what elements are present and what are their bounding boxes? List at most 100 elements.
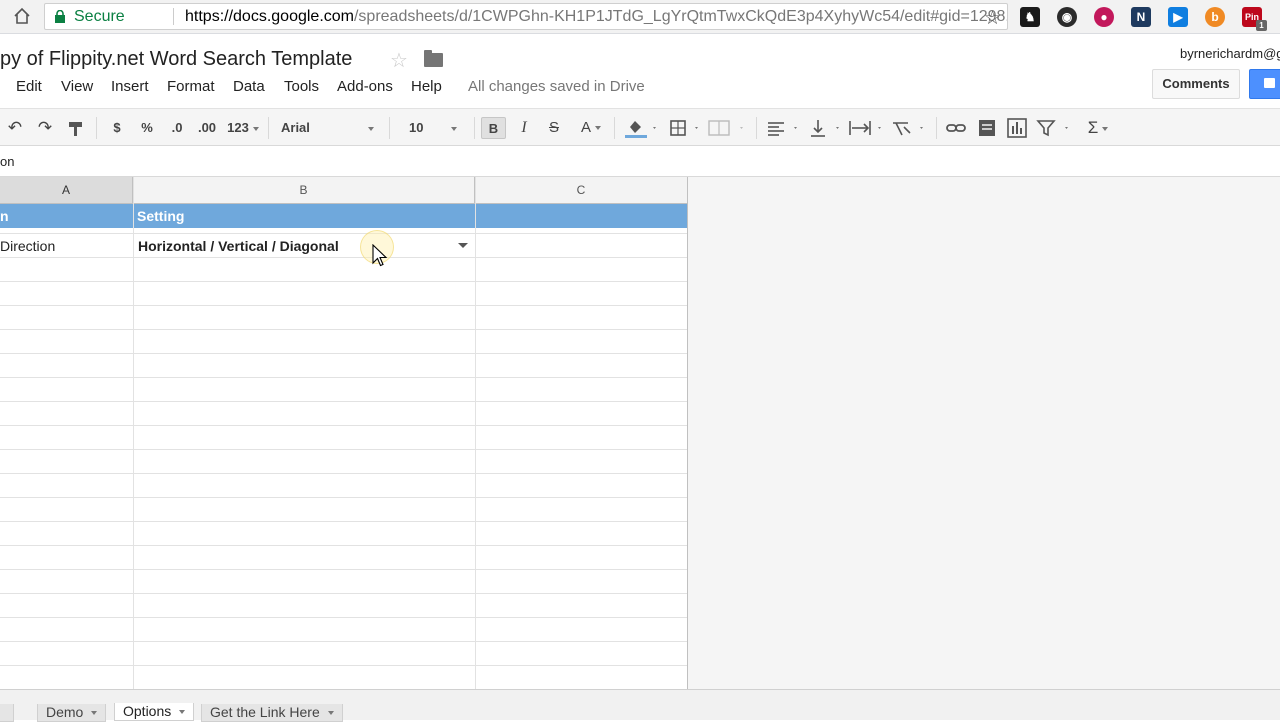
functions-button[interactable]: Σ [1080, 117, 1116, 139]
toolbar-divider [474, 117, 475, 139]
column-header-c[interactable]: C [475, 177, 688, 204]
bookmark-star-icon[interactable]: ☆ [984, 6, 1001, 29]
folder-icon[interactable] [424, 50, 443, 67]
text-color-label: A [580, 119, 591, 136]
font-size-dropdown[interactable]: 10 [409, 117, 467, 139]
italic-button[interactable]: I [514, 117, 534, 139]
owl-extension-icon[interactable]: ♞ [1020, 7, 1040, 27]
menu-tools[interactable]: Tools [284, 78, 319, 95]
menu-data[interactable]: Data [233, 78, 265, 95]
screencast-extension-icon[interactable]: ▶ [1168, 7, 1188, 27]
vertical-align-icon[interactable] [808, 117, 844, 139]
insert-chart-icon[interactable] [1006, 117, 1028, 139]
user-email[interactable]: byrnerichardm@g [1180, 46, 1280, 61]
toolbar-divider [936, 117, 937, 139]
row-gridline [0, 353, 688, 354]
circle-extension-icon[interactable]: ● [1094, 7, 1114, 27]
chevron-down-icon [367, 126, 374, 131]
fill-color-icon[interactable] [624, 117, 660, 139]
sheet-tab-get-the-link[interactable]: Get the Link Here [201, 704, 343, 722]
sheet-tab-partial[interactable] [0, 704, 14, 722]
number-format-dropdown[interactable]: 123 [223, 117, 263, 139]
text-rotation-icon[interactable] [890, 117, 928, 139]
redo-icon[interactable]: ↷ [35, 117, 55, 139]
formula-content: on [0, 154, 15, 169]
cell-b2[interactable]: Horizontal / Vertical / Diagonal [138, 238, 339, 254]
chevron-down-icon [595, 126, 601, 131]
sheet-tab-options[interactable]: Options [114, 703, 195, 721]
menu-edit[interactable]: Edit [16, 78, 42, 95]
share-button[interactable] [1249, 69, 1280, 99]
pin-badge: 1 [1256, 20, 1267, 31]
undo-icon[interactable]: ↶ [5, 117, 25, 139]
row-gridline [0, 377, 688, 378]
cell-c1[interactable] [475, 204, 688, 228]
url-text: https://docs.google.com/spreadsheets/d/1… [185, 4, 1007, 29]
currency-button[interactable]: $ [108, 117, 126, 139]
cell-b1[interactable]: Setting [133, 204, 475, 228]
font-size-label: 10 [409, 120, 424, 135]
insert-comment-icon[interactable] [976, 117, 998, 139]
toolbar: ↶ ↷ $ % .0 .00 123 Arial 10 B I S A Σ [0, 108, 1280, 146]
strikethrough-button[interactable]: S [544, 117, 564, 139]
row-gridline [0, 545, 688, 546]
bold-button[interactable]: B [481, 117, 506, 139]
document-title[interactable]: py of Flippity.net Word Search Template [0, 48, 352, 71]
keep-extension-icon[interactable]: ◉ [1057, 7, 1077, 27]
menu-add-ons[interactable]: Add-ons [337, 78, 393, 95]
save-status[interactable]: All changes saved in Drive [468, 78, 645, 95]
sum-icon: Σ [1087, 118, 1099, 137]
align-left-icon[interactable] [766, 117, 802, 139]
increase-decimal-button[interactable]: .00 [194, 117, 220, 139]
chevron-down-icon [91, 711, 98, 716]
row-gridline [0, 665, 688, 666]
borders-icon[interactable] [668, 117, 704, 139]
text-wrap-icon[interactable] [848, 117, 886, 139]
font-dropdown[interactable]: Arial [281, 117, 377, 139]
row-gridline [0, 569, 688, 570]
filter-icon[interactable] [1036, 117, 1076, 139]
menu-format[interactable]: Format [167, 78, 215, 95]
url-host: https://docs.google.com [185, 8, 354, 25]
menu-view[interactable]: View [61, 78, 93, 95]
chevron-down-icon [252, 126, 259, 131]
menu-help[interactable]: Help [411, 78, 442, 95]
column-gridline [475, 177, 476, 689]
comments-button[interactable]: Comments [1152, 69, 1240, 99]
column-gridline [133, 177, 134, 689]
column-header-a[interactable]: A [0, 177, 133, 204]
paint-format-icon[interactable] [66, 117, 86, 139]
row-gridline [0, 473, 688, 474]
menu-insert[interactable]: Insert [111, 78, 149, 95]
number-format-label: 123 [227, 120, 249, 135]
column-header-b[interactable]: B [133, 177, 475, 204]
dropdown-arrow-icon[interactable] [458, 243, 468, 248]
sheet-tab-demo[interactable]: Demo [37, 704, 107, 722]
row-gridline [0, 257, 688, 258]
home-icon[interactable] [12, 6, 32, 26]
text-color-button[interactable]: A [573, 117, 609, 139]
row-gridline [0, 401, 688, 402]
formula-bar[interactable]: on [0, 146, 1280, 177]
star-icon[interactable]: ☆ [390, 48, 408, 73]
cell-a1[interactable]: n [0, 204, 133, 228]
address-bar[interactable]: Secure https://docs.google.com/spreadshe… [44, 3, 1008, 30]
cell-a2[interactable]: Direction [0, 238, 55, 254]
font-label: Arial [281, 120, 310, 135]
mouse-cursor-icon [372, 244, 388, 267]
merge-cells-icon[interactable] [706, 117, 748, 139]
toolbar-divider [756, 117, 757, 139]
toolbar-divider [268, 117, 269, 139]
secure-label: Secure [74, 8, 125, 25]
sheet-tab-label: Get the Link Here [210, 704, 320, 720]
insert-link-icon[interactable] [945, 117, 967, 139]
row-gridline [0, 305, 688, 306]
percent-button[interactable]: % [137, 117, 157, 139]
chevron-down-icon [1102, 126, 1109, 131]
spreadsheet-grid[interactable]: A B C n Setting Direction Horizontal / V… [0, 177, 688, 689]
b-extension-icon[interactable]: b [1205, 7, 1225, 27]
decrease-decimal-button[interactable]: .0 [166, 117, 188, 139]
n-extension-icon[interactable]: N [1131, 7, 1151, 27]
lock-icon [1264, 78, 1275, 88]
toolbar-divider [96, 117, 97, 139]
